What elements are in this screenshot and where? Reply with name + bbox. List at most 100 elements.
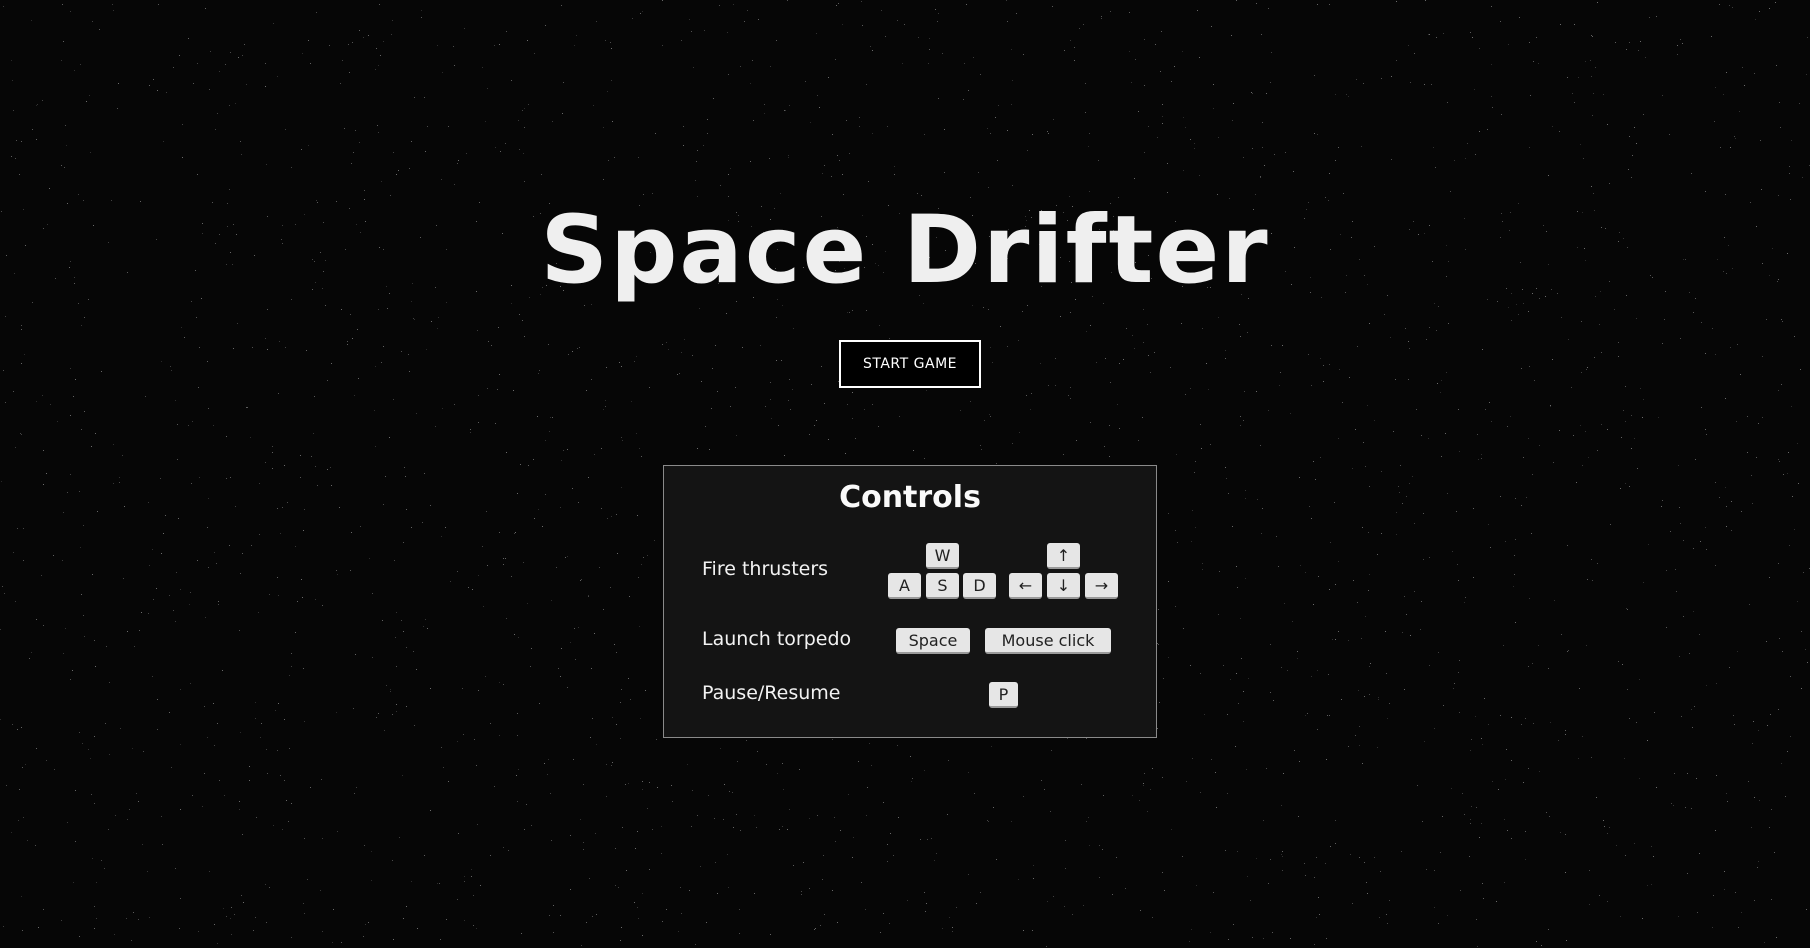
star <box>1251 92 1252 93</box>
star <box>781 360 782 361</box>
star <box>13 391 14 392</box>
star <box>316 12 317 13</box>
star <box>1040 363 1041 364</box>
star <box>1378 697 1379 698</box>
star <box>427 628 428 629</box>
star <box>1521 505 1522 506</box>
star <box>1662 343 1663 344</box>
star <box>563 450 564 451</box>
star <box>339 507 340 508</box>
star <box>42 100 43 101</box>
star <box>20 433 21 434</box>
star <box>1505 779 1506 780</box>
star <box>1325 863 1326 864</box>
star <box>1065 868 1066 869</box>
star <box>1185 394 1186 395</box>
star <box>90 758 91 759</box>
star <box>304 913 305 914</box>
star <box>1500 496 1501 497</box>
star <box>638 918 639 919</box>
star <box>364 190 365 191</box>
star <box>1390 337 1391 338</box>
star <box>1143 309 1144 310</box>
star <box>1270 692 1271 693</box>
star <box>1240 618 1241 619</box>
star <box>1700 541 1701 542</box>
star <box>1167 192 1168 193</box>
star <box>503 684 504 685</box>
star <box>612 717 613 718</box>
star <box>1102 849 1103 850</box>
star <box>1363 442 1364 443</box>
star <box>822 173 823 174</box>
star <box>578 627 579 628</box>
star <box>1443 705 1444 706</box>
star <box>1023 54 1024 55</box>
star <box>1538 63 1539 64</box>
star <box>1041 780 1042 781</box>
star <box>1339 369 1340 370</box>
star <box>1794 336 1795 337</box>
star <box>1591 757 1592 758</box>
star <box>1500 715 1501 716</box>
star <box>446 919 447 920</box>
star <box>1591 35 1592 36</box>
star <box>378 309 379 310</box>
star <box>6 785 7 786</box>
star <box>1637 468 1638 469</box>
star <box>86 101 87 102</box>
star <box>996 859 997 860</box>
star <box>1396 1 1397 2</box>
star <box>471 876 472 877</box>
star <box>1260 177 1261 178</box>
star <box>517 713 518 714</box>
star <box>265 462 266 463</box>
star <box>638 577 639 578</box>
star <box>1465 158 1466 159</box>
star <box>1627 689 1628 690</box>
star <box>1794 529 1795 530</box>
star <box>742 347 743 348</box>
star <box>250 437 251 438</box>
star <box>1752 743 1753 744</box>
star <box>487 388 488 389</box>
star <box>1525 718 1526 719</box>
star <box>438 317 439 318</box>
star <box>63 512 64 513</box>
star <box>1701 407 1702 408</box>
star <box>46 760 47 761</box>
star <box>1152 917 1153 918</box>
star <box>878 426 879 427</box>
star <box>770 934 771 935</box>
star <box>753 120 754 121</box>
star <box>867 787 868 788</box>
star <box>1368 590 1369 591</box>
star <box>1705 353 1706 354</box>
star <box>765 406 766 407</box>
star <box>347 344 348 345</box>
star <box>533 459 534 460</box>
star <box>834 817 835 818</box>
star <box>1441 456 1442 457</box>
star <box>104 868 105 869</box>
star <box>1243 721 1244 722</box>
star <box>1592 115 1593 116</box>
star <box>19 789 20 790</box>
star <box>1048 133 1049 134</box>
star <box>1420 629 1421 630</box>
star <box>1317 4 1318 5</box>
star <box>1215 772 1216 773</box>
star <box>1550 405 1551 406</box>
star <box>809 888 810 889</box>
star <box>1758 861 1759 862</box>
star <box>1414 523 1415 524</box>
star <box>568 354 569 355</box>
star <box>1479 837 1480 838</box>
star <box>1134 178 1135 179</box>
start-game-button[interactable]: START GAME <box>839 340 981 388</box>
star <box>662 921 663 922</box>
star <box>1591 76 1592 77</box>
star <box>560 676 561 677</box>
star <box>551 840 552 841</box>
star <box>1453 688 1454 689</box>
